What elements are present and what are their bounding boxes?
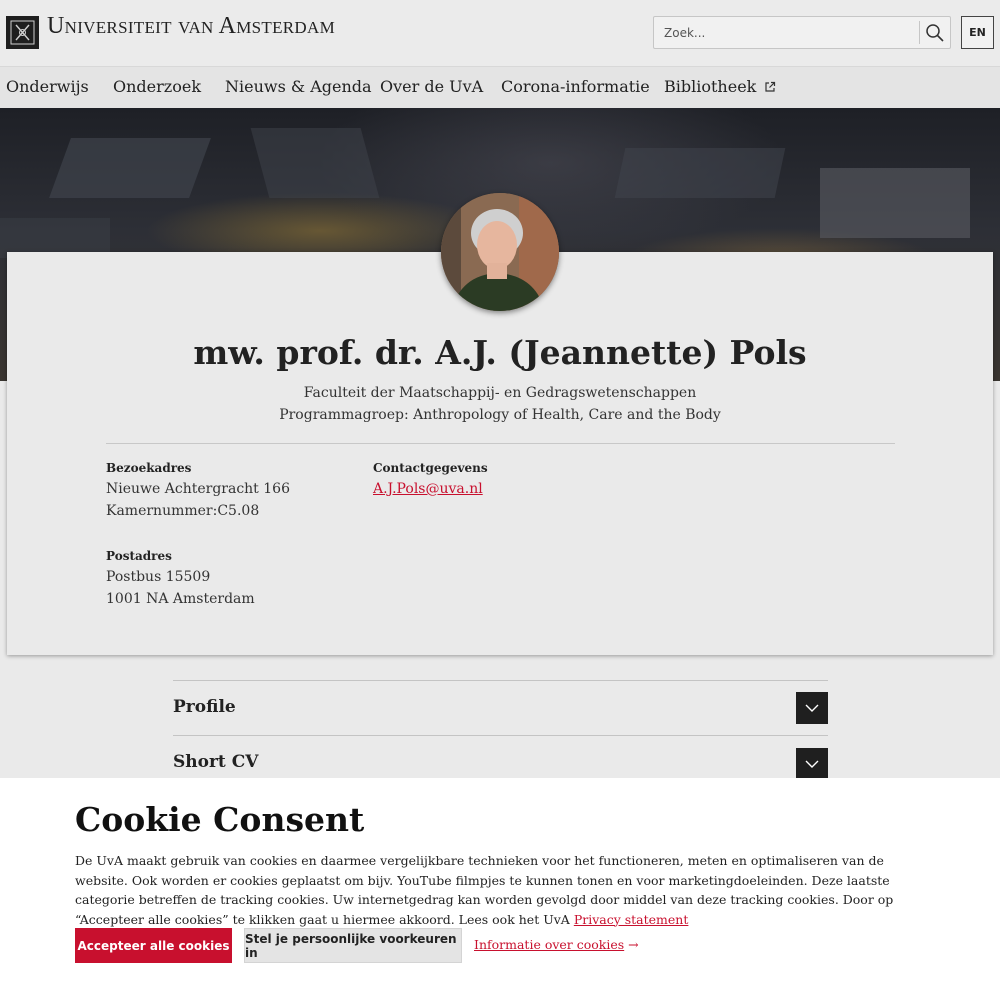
accordion-divider [173, 680, 828, 681]
cookie-body: De UvA maakt gebruik van cookies en daar… [75, 853, 894, 927]
postal-address-line1: Postbus 15509 [106, 569, 211, 585]
visit-address-label: Bezoekadres [106, 461, 192, 475]
cookie-consent-banner: Cookie Consent De UvA maakt gebruik van … [0, 778, 1000, 1000]
nav-item-onderzoek[interactable]: Onderzoek [113, 77, 201, 96]
language-toggle-button[interactable]: EN [961, 16, 994, 49]
contact-label: Contactgegevens [373, 461, 488, 475]
logo-text[interactable]: Universiteit van Amsterdam [47, 13, 335, 40]
search-input[interactable] [654, 17, 920, 48]
chevron-down-icon[interactable] [796, 692, 828, 724]
visit-room-number: Kamernummer:C5.08 [106, 503, 260, 519]
faculty-name: Faculteit der Maatschappij- en Gedragswe… [303, 385, 697, 401]
email-link[interactable]: A.J.Pols@uva.nl [373, 481, 483, 497]
accordion-title-short-cv[interactable]: Short CV [173, 752, 258, 772]
uva-logo-icon[interactable] [6, 16, 39, 49]
postal-address-label: Postadres [106, 549, 172, 563]
chevron-down-icon[interactable] [796, 748, 828, 780]
cookie-title: Cookie Consent [75, 800, 365, 839]
visit-address-line1: Nieuwe Achtergracht 166 [106, 481, 290, 497]
person-name: mw. prof. dr. A.J. (Jeannette) Pols [193, 333, 807, 372]
nav-item-over-de-uva[interactable]: Over de UvA [380, 77, 483, 96]
cookie-info-label: Informatie over cookies [474, 937, 625, 952]
nav-item-bibliotheek-label: Bibliotheek [664, 77, 757, 96]
nav-item-bibliotheek[interactable]: Bibliotheek [664, 77, 776, 97]
accordion-title-profile[interactable]: Profile [173, 697, 236, 717]
accordion-divider [173, 735, 828, 736]
privacy-statement-link[interactable]: Privacy statement [574, 912, 689, 927]
nav-item-onderwijs[interactable]: Onderwijs [6, 77, 89, 96]
cookie-preferences-button[interactable]: Stel je persoonlijke voorkeuren in [244, 928, 462, 963]
search-icon[interactable] [923, 21, 947, 45]
arrow-right-icon: → [628, 937, 639, 952]
profile-photo [441, 193, 559, 311]
search-divider [919, 21, 920, 44]
cookie-text: De UvA maakt gebruik van cookies en daar… [75, 851, 930, 929]
postal-address-line2: 1001 NA Amsterdam [106, 591, 255, 607]
search-box [653, 16, 951, 49]
program-group: Programmagroep: Anthropology of Health, … [279, 407, 721, 423]
profile-divider [106, 443, 895, 444]
accept-all-cookies-button[interactable]: Accepteer alle cookies [75, 928, 232, 963]
external-link-icon [764, 78, 776, 97]
cookie-info-link[interactable]: Informatie over cookies → [474, 937, 639, 952]
nav-item-corona-informatie[interactable]: Corona-informatie [501, 77, 650, 96]
main-navigation: Onderwijs Onderzoek Nieuws & Agenda Over… [0, 66, 1000, 108]
nav-item-nieuws-agenda[interactable]: Nieuws & Agenda [225, 77, 372, 96]
site-header: Universiteit van Amsterdam EN [0, 0, 1000, 66]
